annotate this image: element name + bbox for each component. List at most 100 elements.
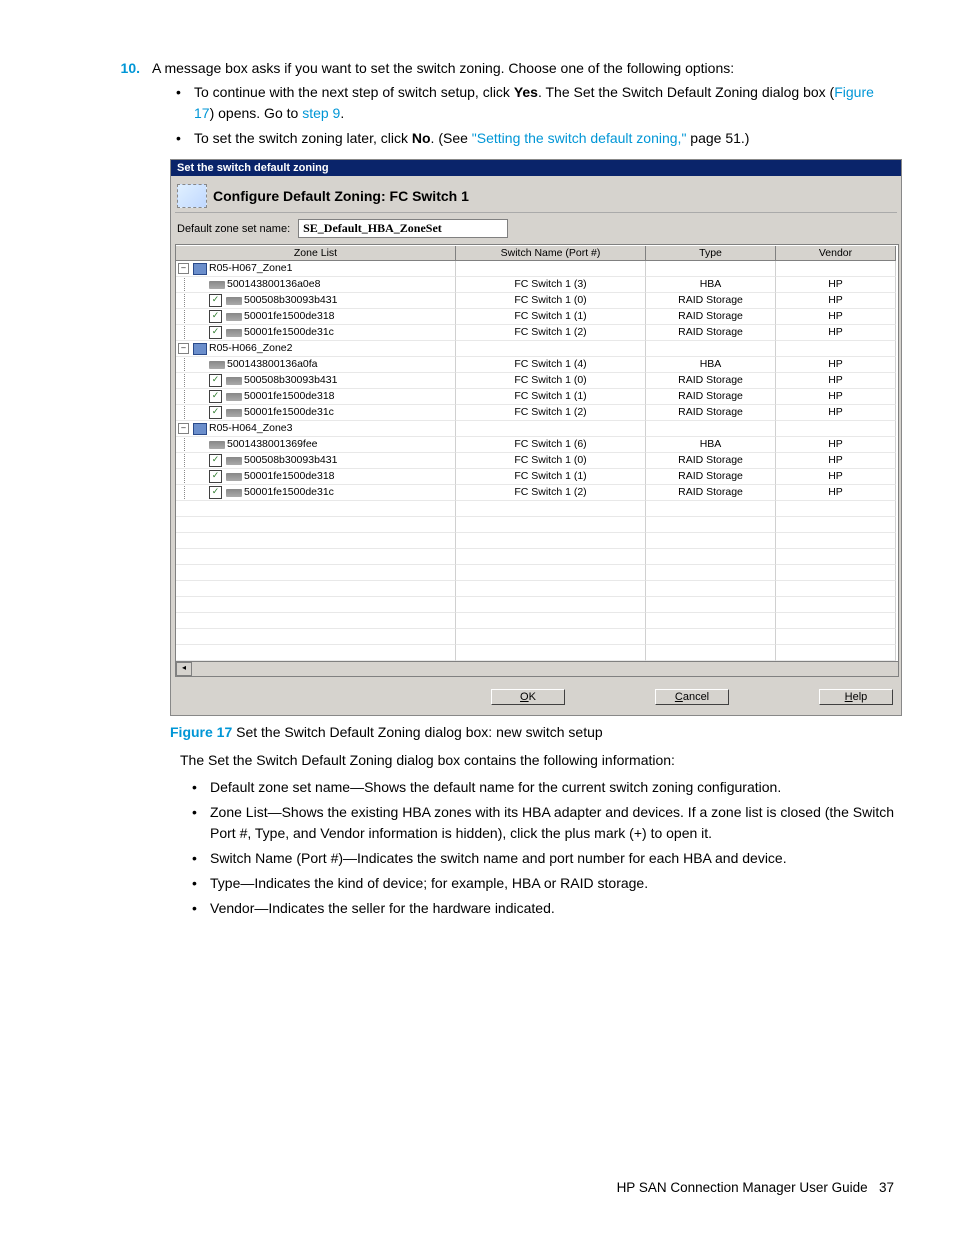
storage-icon [226, 297, 242, 305]
storage-icon [226, 473, 242, 481]
grid-row[interactable]: – R05-H067_Zone1 [176, 261, 898, 277]
device-label: 500508b30093b431 [244, 453, 337, 468]
grid-row[interactable]: – R05-H066_Zone2 [176, 341, 898, 357]
scroll-left-icon[interactable]: ◂ [176, 662, 192, 676]
grid-row-empty [176, 581, 898, 597]
cell-type: RAID Storage [646, 389, 776, 405]
step-options: To continue with the next step of switch… [176, 82, 894, 149]
device-label: 5001438001369fee [227, 437, 318, 452]
cell-switch: FC Switch 1 (0) [456, 453, 646, 469]
link-step-9[interactable]: step 9 [302, 105, 340, 121]
cell-switch [456, 421, 646, 437]
grid-row-empty [176, 597, 898, 613]
cell-type: RAID Storage [646, 469, 776, 485]
checkbox[interactable]: ✓ [209, 470, 222, 483]
grid-row[interactable]: ✓ 500508b30093b431FC Switch 1 (0)RAID St… [176, 453, 898, 469]
cancel-button[interactable]: Cancel [655, 689, 729, 705]
cell-type: HBA [646, 277, 776, 293]
grid-row[interactable]: – R05-H064_Zone3 [176, 421, 898, 437]
grid-row[interactable]: ✓ 50001fe1500de31cFC Switch 1 (2)RAID St… [176, 405, 898, 421]
step-10: 10. A message box asks if you want to se… [60, 58, 894, 78]
cell-type: RAID Storage [646, 485, 776, 501]
zone-icon [193, 423, 207, 435]
cell-type: RAID Storage [646, 293, 776, 309]
zone-icon [193, 343, 207, 355]
grid-row[interactable]: 500143800136a0e8FC Switch 1 (3)HBAHP [176, 277, 898, 293]
dialog-description: The Set the Switch Default Zoning dialog… [180, 750, 894, 771]
grid-row-empty [176, 517, 898, 533]
storage-icon [226, 393, 242, 401]
col-type[interactable]: Type [646, 246, 776, 261]
horizontal-scrollbar[interactable]: ◂ [176, 661, 898, 676]
cell-vendor: HP [776, 277, 896, 293]
bold-no: No [412, 130, 431, 146]
cell-switch: FC Switch 1 (1) [456, 389, 646, 405]
cell-switch: FC Switch 1 (6) [456, 437, 646, 453]
col-zone-list[interactable]: Zone List [176, 246, 456, 261]
checkbox[interactable]: ✓ [209, 294, 222, 307]
device-label: 500143800136a0fa [227, 357, 318, 372]
cell-vendor: HP [776, 405, 896, 421]
grid-row-empty [176, 629, 898, 645]
zoning-dialog: Set the switch default zoning Configure … [170, 159, 902, 716]
help-button[interactable]: Help [819, 689, 893, 705]
expand-icon[interactable]: – [178, 263, 189, 274]
col-vendor[interactable]: Vendor [776, 246, 896, 261]
grid-row-empty [176, 549, 898, 565]
hba-icon [209, 281, 225, 289]
dialog-info-list: Default zone set name—Shows the default … [192, 777, 894, 919]
cell-vendor [776, 341, 896, 357]
bold-yes: Yes [514, 84, 538, 100]
expand-icon[interactable]: – [178, 423, 189, 434]
checkbox[interactable]: ✓ [209, 374, 222, 387]
device-label: 50001fe1500de31c [244, 405, 334, 420]
zone-set-name-input[interactable]: SE_Default_HBA_ZoneSet [298, 219, 508, 238]
grid-row-empty [176, 533, 898, 549]
grid-row[interactable]: 5001438001369feeFC Switch 1 (6)HBAHP [176, 437, 898, 453]
cell-type [646, 341, 776, 357]
storage-icon [226, 409, 242, 417]
figure-text: Set the Switch Default Zoning dialog box… [232, 724, 602, 740]
grid-row[interactable]: ✓ 50001fe1500de31cFC Switch 1 (2)RAID St… [176, 325, 898, 341]
grid-row[interactable]: ✓ 50001fe1500de318FC Switch 1 (1)RAID St… [176, 469, 898, 485]
cell-switch [456, 341, 646, 357]
checkbox[interactable]: ✓ [209, 326, 222, 339]
grid-row[interactable]: ✓ 50001fe1500de31cFC Switch 1 (2)RAID St… [176, 485, 898, 501]
expand-icon[interactable]: – [178, 343, 189, 354]
cell-vendor: HP [776, 373, 896, 389]
checkbox[interactable]: ✓ [209, 310, 222, 323]
checkbox[interactable]: ✓ [209, 486, 222, 499]
step-option-2: To set the switch zoning later, click No… [176, 128, 894, 149]
grid-row[interactable]: ✓ 50001fe1500de318FC Switch 1 (1)RAID St… [176, 309, 898, 325]
grid-row-empty [176, 613, 898, 629]
hba-icon [209, 441, 225, 449]
hba-icon [209, 361, 225, 369]
cell-vendor: HP [776, 437, 896, 453]
grid-row[interactable]: ✓ 50001fe1500de318 FC Switch 1 (1)RAID St… [176, 389, 898, 405]
zone-label: R05-H066_Zone2 [209, 341, 292, 356]
col-switch-name[interactable]: Switch Name (Port #) [456, 246, 646, 261]
figure-caption: Figure 17 Set the Switch Default Zoning … [170, 724, 894, 740]
checkbox[interactable]: ✓ [209, 406, 222, 419]
tree-indent [184, 406, 205, 419]
grid-row[interactable]: ✓ 500508b30093b431FC Switch 1 (0)RAID St… [176, 293, 898, 309]
info-item: Switch Name (Port #)—Indicates the switc… [192, 848, 894, 869]
grid-row[interactable]: 500143800136a0faFC Switch 1 (4)HBAHP [176, 357, 898, 373]
tree-indent [184, 374, 205, 387]
step-number: 10. [60, 58, 152, 78]
cell-switch: FC Switch 1 (4) [456, 357, 646, 373]
cell-vendor: HP [776, 357, 896, 373]
checkbox[interactable]: ✓ [209, 390, 222, 403]
grid-row-empty [176, 645, 898, 661]
checkbox[interactable]: ✓ [209, 454, 222, 467]
grid-row[interactable]: ✓ 500508b30093b431FC Switch 1 (0)RAID St… [176, 373, 898, 389]
info-item: Type—Indicates the kind of device; for e… [192, 873, 894, 894]
tree-indent [184, 326, 205, 339]
ok-button[interactable]: OK [491, 689, 565, 705]
link-setting-default-zoning[interactable]: "Setting the switch default zoning," [472, 130, 687, 146]
device-label: 50001fe1500de318 [244, 389, 335, 404]
tree-indent [184, 470, 205, 483]
zone-icon [193, 263, 207, 275]
cell-type [646, 261, 776, 277]
cell-vendor: HP [776, 469, 896, 485]
